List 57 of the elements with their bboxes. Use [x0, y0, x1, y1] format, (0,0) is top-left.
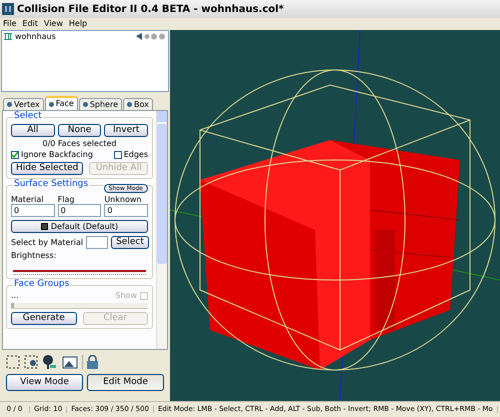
- tree-icon[interactable]: [42, 355, 58, 369]
- mode-button[interactable]: Edit Mode: [87, 374, 164, 391]
- check-icon: [12, 152, 18, 158]
- tab[interactable]: Face: [44, 96, 78, 110]
- menu-item[interactable]: File: [3, 20, 16, 28]
- app-icon: [2, 3, 14, 15]
- select-material-button[interactable]: Select: [111, 236, 149, 249]
- selection-mode-button[interactable]: Invert: [104, 124, 148, 137]
- select-rect-icon[interactable]: [6, 355, 20, 369]
- menu-item[interactable]: Help: [68, 20, 88, 28]
- group-title: Surface Settings: [13, 180, 90, 189]
- checkbox[interactable]: [114, 151, 122, 159]
- field-label: Flag: [58, 196, 76, 204]
- action-button[interactable]: Generate: [11, 312, 76, 325]
- tab-icon: [82, 102, 88, 107]
- selection-mode-button[interactable]: None: [58, 124, 102, 137]
- value-field[interactable]: 0: [58, 204, 102, 217]
- menu-item[interactable]: Edit: [22, 20, 38, 28]
- selection-mode-button[interactable]: All: [11, 124, 55, 137]
- action-button[interactable]: Hide Selected: [11, 162, 84, 175]
- value-field[interactable]: 0: [11, 204, 55, 217]
- selection-info: 0/0 Faces selected: [42, 140, 118, 148]
- mode-button[interactable]: View Mode: [6, 374, 83, 391]
- tab[interactable]: Vertex: [3, 98, 44, 110]
- tab-icon: [7, 102, 12, 107]
- brightness-label: Brightness:: [11, 252, 58, 260]
- select-rect-icon[interactable]: [24, 355, 38, 369]
- lock-icon[interactable]: [87, 355, 98, 369]
- field-label: Unknown: [104, 196, 142, 204]
- checkbox-label: Ignore Backfacing: [21, 151, 93, 159]
- value-field[interactable]: 0: [104, 204, 148, 217]
- visibility-icons: [136, 33, 166, 40]
- tab[interactable]: Box: [123, 98, 153, 110]
- field-label: Material: [11, 196, 44, 204]
- model-icon: [4, 33, 12, 40]
- scrollbar[interactable]: [156, 111, 167, 349]
- window-title: Collision File Editor II 0.4 BETA - wohnhaus.col*: [17, 2, 284, 16]
- material-swatch: [40, 223, 48, 230]
- slider-thumb[interactable]: [11, 303, 14, 308]
- show-checkbox[interactable]: [140, 292, 148, 300]
- group-title: Face Groups: [13, 280, 70, 289]
- tab[interactable]: Sphere: [78, 98, 122, 110]
- checkbox[interactable]: [11, 151, 19, 159]
- tab-icon: [48, 102, 54, 106]
- material-input[interactable]: [86, 236, 108, 249]
- menu-item[interactable]: View: [44, 20, 63, 28]
- tab-icon: [127, 102, 132, 107]
- select-material-label: Select by Material: [11, 238, 84, 246]
- checkbox-label: Edges: [124, 151, 148, 159]
- tree-label: wohnhaus: [15, 32, 57, 40]
- group-slider[interactable]: [11, 303, 148, 309]
- material-button[interactable]: Default (Default): [11, 220, 148, 233]
- group-item: ...: [11, 292, 20, 300]
- group-title: Select: [13, 112, 43, 121]
- image-icon[interactable]: [62, 355, 78, 369]
- show-label: Show: [115, 292, 137, 300]
- tree-item[interactable]: wohnhaus: [2, 31, 168, 42]
